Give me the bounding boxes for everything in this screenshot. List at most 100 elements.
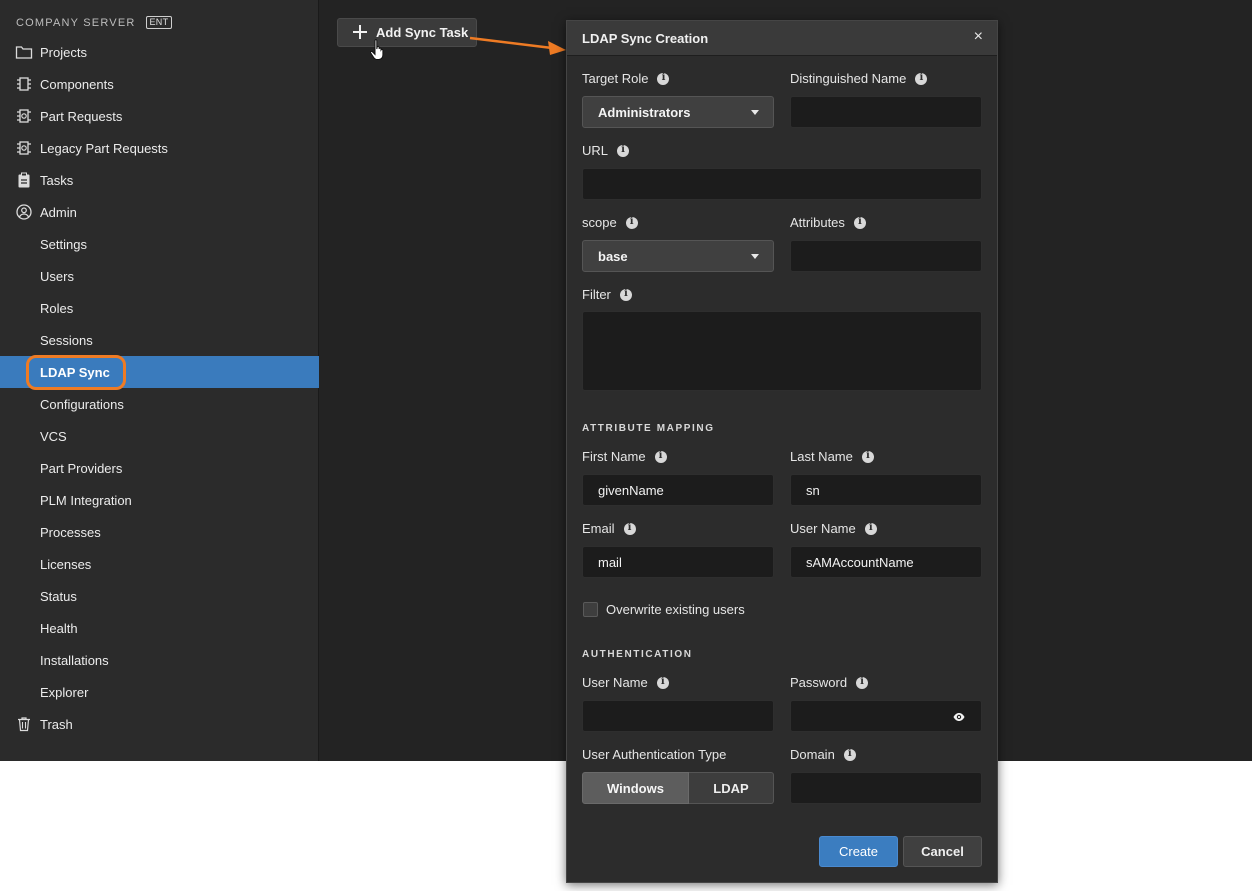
sidebar-item-status[interactable]: Status [0,580,319,612]
info-icon[interactable] [623,522,636,535]
sidebar-item-part-providers[interactable]: Part Providers [0,452,319,484]
sidebar-item-label: Processes [40,524,101,540]
target-role-select[interactable]: Administrators [582,96,774,128]
ldap-sync-dialog: LDAP Sync Creation × Target Role Disting… [566,20,998,883]
add-sync-task-button[interactable]: Add Sync Task [337,18,477,47]
info-icon[interactable] [617,144,630,157]
sidebar-item-health[interactable]: Health [0,612,319,644]
sidebar-item-label: Projects [40,44,87,60]
url-input[interactable] [582,168,982,200]
domain-label: Domain [790,747,856,762]
info-icon[interactable] [856,676,869,689]
attributes-input[interactable] [790,240,982,272]
info-icon[interactable] [853,216,866,229]
sidebar-item-label: Status [40,588,77,604]
filter-label: Filter [582,287,632,302]
sidebar-item-label: Components [40,76,114,92]
domain-label-text: Domain [790,747,835,762]
sidebar-item-trash[interactable]: Trash [0,708,319,740]
sidebar-item-plm-integration[interactable]: PLM Integration [0,484,319,516]
mapping-user-name-label-text: User Name [790,521,856,536]
sidebar-item-label: Admin [40,204,77,220]
sidebar-item-label: Tasks [40,172,74,188]
last-name-input[interactable]: sn [790,474,982,506]
password-label-text: Password [790,675,848,690]
sidebar-item-explorer[interactable]: Explorer [0,676,319,708]
distinguished-name-input[interactable] [790,96,982,128]
info-icon[interactable] [915,72,928,85]
sidebar-item-processes[interactable]: Processes [0,516,319,548]
sidebar-item-label: Users [40,268,74,284]
close-icon[interactable]: × [974,28,983,46]
sidebar-item-users[interactable]: Users [0,260,319,292]
auth-type-windows-option[interactable]: Windows [582,772,689,804]
auth-user-name-input[interactable] [582,700,774,732]
eye-icon[interactable] [953,711,965,723]
password-label: Password [790,675,869,690]
filter-label-text: Filter [582,287,611,302]
password-input[interactable] [790,700,982,732]
sidebar-item-settings[interactable]: Settings [0,228,319,260]
info-icon[interactable] [843,748,856,761]
folder-icon [15,44,33,60]
sidebar-item-label: PLM Integration [40,492,132,508]
trash-icon [15,716,33,732]
sidebar-item-installations[interactable]: Installations [0,644,319,676]
clipboard-icon [15,172,33,188]
auth-type-label: User Authentication Type [582,747,726,762]
info-icon[interactable] [656,676,669,689]
attributes-label-text: Attributes [790,215,845,230]
last-name-label: Last Name [790,449,874,464]
auth-type-ldap-option[interactable]: LDAP [689,772,774,804]
info-icon[interactable] [619,288,632,301]
target-role-label: Target Role [582,71,670,86]
sidebar-item-label: Trash [40,716,73,732]
part-request-icon [15,140,33,156]
sidebar-item-configurations[interactable]: Configurations [0,388,319,420]
email-input[interactable]: mail [582,546,774,578]
sidebar-item-components[interactable]: Components [0,68,319,100]
overwrite-users-label[interactable]: Overwrite existing users [606,602,745,617]
first-name-label: First Name [582,449,667,464]
authentication-title: AUTHENTICATION [582,649,693,660]
filter-textarea[interactable] [582,311,982,391]
info-icon[interactable] [864,522,877,535]
first-name-input[interactable]: givenName [582,474,774,506]
sidebar-item-legacy-part-requests[interactable]: Legacy Part Requests [0,132,319,164]
sidebar-item-licenses[interactable]: Licenses [0,548,319,580]
sidebar-item-label: Configurations [40,396,124,412]
info-icon[interactable] [625,216,638,229]
scope-value: base [598,248,628,264]
attributes-label: Attributes [790,215,866,230]
server-name: COMPANY SERVER [16,16,136,29]
sidebar-item-sessions[interactable]: Sessions [0,324,319,356]
mapping-user-name-input[interactable]: sAMAccountName [790,546,982,578]
overwrite-users-checkbox[interactable] [583,602,598,617]
sidebar-item-admin[interactable]: Admin [0,196,319,228]
info-icon[interactable] [657,72,670,85]
sidebar-item-vcs[interactable]: VCS [0,420,319,452]
distinguished-name-label: Distinguished Name [790,71,928,86]
create-button[interactable]: Create [819,836,898,867]
auth-user-name-label-text: User Name [582,675,648,690]
sidebar-item-part-requests[interactable]: Part Requests [0,100,319,132]
distinguished-name-label-text: Distinguished Name [790,71,907,86]
sidebar-item-label: Settings [40,236,87,252]
sidebar: COMPANY SERVER ENT Projects Components P… [0,0,319,761]
sidebar-item-ldap-sync[interactable]: LDAP Sync [0,356,319,388]
sidebar-item-label: Roles [40,300,74,316]
email-label: Email [582,521,636,536]
domain-input[interactable] [790,772,982,804]
sidebar-item-roles[interactable]: Roles [0,292,319,324]
user-circle-icon [15,204,33,220]
dialog-title: LDAP Sync Creation [582,31,709,46]
scope-select[interactable]: base [582,240,774,272]
sidebar-item-tasks[interactable]: Tasks [0,164,319,196]
info-icon[interactable] [861,450,874,463]
sidebar-item-label: Legacy Part Requests [40,140,168,156]
sidebar-item-label: Sessions [40,332,93,348]
url-label: URL [582,143,630,158]
info-icon[interactable] [654,450,667,463]
sidebar-item-projects[interactable]: Projects [0,36,319,68]
cancel-button[interactable]: Cancel [903,836,982,867]
